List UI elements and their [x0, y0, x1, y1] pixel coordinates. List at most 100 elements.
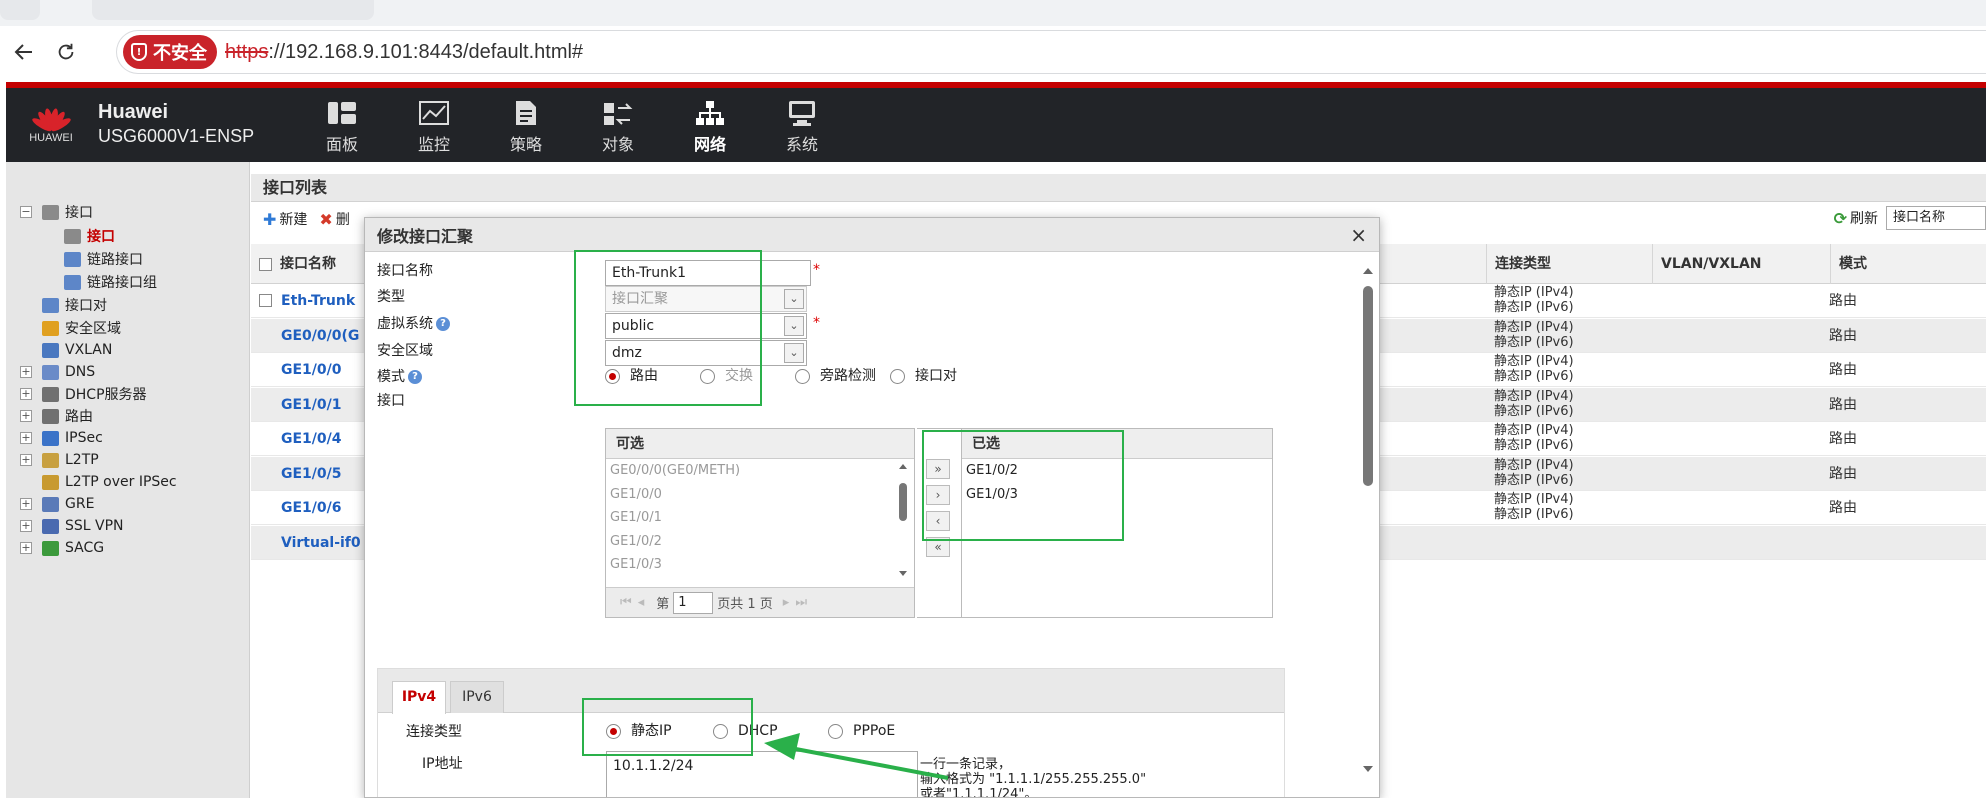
tree-expander-icon[interactable]: +: [20, 366, 32, 378]
network-icon: [696, 101, 724, 125]
tree-expander-icon[interactable]: +: [20, 410, 32, 422]
pager-first-prev-icon[interactable]: ⏮◂: [620, 595, 650, 610]
interface-name-link[interactable]: GE1/0/1: [281, 388, 342, 422]
interface-name-link[interactable]: Virtual-if0: [281, 526, 361, 560]
reload-button[interactable]: [46, 34, 86, 70]
browser-tab[interactable]: [0, 0, 40, 20]
omnibox[interactable]: ! 不安全 https://192.168.9.101:8443/default…: [116, 30, 1986, 74]
interface-pair-icon: [42, 297, 59, 313]
topnav-item-4[interactable]: 网络: [664, 94, 756, 160]
tree-expander-icon[interactable]: +: [20, 388, 32, 400]
interface-name-link[interactable]: GE0/0/0(G: [281, 319, 359, 353]
tree-expander-icon[interactable]: +: [20, 454, 32, 466]
move-left-icon[interactable]: ‹: [926, 511, 950, 531]
help-icon[interactable]: ?: [408, 370, 422, 384]
back-button[interactable]: [4, 34, 44, 70]
dhcp-icon: [42, 386, 59, 402]
radio-icon: [605, 368, 620, 384]
tree-expander-icon[interactable]: +: [20, 542, 32, 554]
row-checkbox[interactable]: [259, 294, 272, 307]
vsys-label: 虚拟系统?: [377, 313, 450, 335]
tree-expander-icon[interactable]: −: [20, 206, 32, 218]
conn-type-radio-1[interactable]: DHCP: [713, 721, 778, 741]
available-item[interactable]: GE1/0/1: [606, 506, 914, 530]
refresh-button[interactable]: ⟳ 刷新: [1834, 208, 1878, 228]
interface-name-input[interactable]: Eth-Trunk1: [605, 260, 811, 286]
not-secure-chip[interactable]: ! 不安全: [123, 35, 217, 69]
topnav-item-1[interactable]: 监控: [388, 94, 480, 160]
sidebar-item-label: SACG: [65, 540, 105, 556]
mode-radio-0[interactable]: 路由: [605, 366, 658, 386]
move-right-icon[interactable]: ›: [926, 485, 950, 505]
mode-radio-2[interactable]: 旁路检测: [795, 366, 876, 386]
tab-ipv6[interactable]: IPv6: [450, 681, 504, 713]
l2tp-icon: [42, 452, 59, 468]
tree-expander-icon[interactable]: +: [20, 498, 32, 510]
tab-ipv4[interactable]: IPv4: [392, 681, 446, 714]
topnav-label: 监控: [417, 135, 450, 154]
radio-label: 接口对: [915, 368, 957, 384]
available-item[interactable]: GE1/0/2: [606, 530, 914, 554]
tree-expander-icon[interactable]: +: [20, 520, 32, 532]
pager-next-last-icon[interactable]: ▸⏭: [783, 595, 813, 610]
select-all-checkbox[interactable]: [259, 257, 272, 271]
sidebar-item-0[interactable]: − 接口: [20, 199, 93, 225]
security-zone-select[interactable]: dmz ⌄: [605, 340, 807, 366]
ip-address-textarea[interactable]: 10.1.1.2/24: [606, 751, 918, 797]
mode-cell: 路由: [1829, 293, 1857, 309]
conn-type-radio-0[interactable]: 静态IP: [606, 721, 672, 741]
conn-type-radio-2[interactable]: PPPoE: [828, 721, 895, 741]
route-icon: [42, 408, 59, 424]
available-item[interactable]: GE1/0/3: [606, 553, 914, 577]
selected-item[interactable]: GE1/0/2: [962, 459, 1272, 483]
available-item[interactable]: GE1/0/0: [606, 483, 914, 507]
sidebar-item-label: 接口: [87, 229, 115, 245]
sidebar-item-label: GRE: [65, 496, 95, 512]
dns-icon: [42, 364, 59, 380]
mode-cell: 路由: [1829, 396, 1857, 413]
tree-expander-icon[interactable]: +: [20, 432, 32, 444]
column-header-vlan[interactable]: VLAN/VXLAN: [1652, 244, 1830, 284]
interface-name-link[interactable]: GE1/0/5: [281, 457, 342, 491]
connection-type-cell: 静态IP (IPv4) 静态IP (IPv6): [1494, 388, 1574, 419]
url-scheme: https: [225, 40, 269, 63]
interface-name-link[interactable]: GE1/0/6: [281, 491, 342, 525]
interface-name-link[interactable]: Eth-Trunk: [281, 284, 355, 318]
column-header-mode[interactable]: 模式: [1830, 244, 1960, 284]
sidebar-item-label: SSL VPN: [65, 518, 124, 534]
sidebar-item-15[interactable]: + SACG: [20, 535, 104, 561]
topnav-item-3[interactable]: 对象: [572, 94, 664, 160]
move-all-left-icon[interactable]: «: [926, 537, 950, 557]
edit-aggregation-dialog: 修改接口汇聚 × 接口名称 Eth-Trunk1 * 类型 接口汇聚 ⌄ 虚拟系统…: [364, 217, 1380, 798]
dialog-scrollbar[interactable]: [1361, 262, 1375, 782]
topnav-item-0[interactable]: 面板: [296, 94, 388, 160]
available-item[interactable]: GE0/0/0(GE0/METH): [606, 459, 914, 483]
move-all-right-icon[interactable]: »: [926, 459, 950, 479]
mode-cell: 路由: [1829, 327, 1857, 344]
mode-radio-1[interactable]: 交换: [700, 366, 753, 386]
search-field-select[interactable]: 接口名称: [1886, 206, 1986, 230]
url-text[interactable]: https://192.168.9.101:8443/default.html#: [225, 41, 583, 64]
available-scrollbar[interactable]: [896, 461, 910, 581]
browser-tab[interactable]: [92, 0, 374, 20]
delete-x-icon: ✖: [319, 209, 333, 229]
delete-button[interactable]: ✖ 删: [319, 209, 349, 229]
mode-radio-3[interactable]: 接口对: [890, 366, 957, 386]
new-button[interactable]: ✚ 新建: [263, 209, 307, 229]
interface-name-link[interactable]: GE1/0/0: [281, 353, 342, 387]
topnav-item-2[interactable]: 策略: [480, 94, 572, 160]
column-header-conn-type[interactable]: 连接类型: [1486, 244, 1642, 284]
sidebar-item-label: 安全区域: [65, 321, 121, 337]
topnav-label: 面板: [325, 135, 358, 154]
page-number-input[interactable]: 1: [673, 591, 714, 614]
interface-name-link[interactable]: GE1/0/4: [281, 422, 342, 456]
available-list: GE0/0/0(GE0/METH) GE1/0/0 GE1/0/1 GE1/0/2 GE…: [606, 459, 914, 577]
system-icon: [789, 101, 815, 126]
interface-icon: [64, 228, 81, 244]
topnav-item-5[interactable]: 系统: [756, 94, 848, 160]
help-icon[interactable]: ?: [436, 317, 450, 331]
vsys-select[interactable]: public ⌄: [605, 313, 807, 339]
selected-item[interactable]: GE1/0/3: [962, 483, 1272, 507]
dialog-body: 接口名称 Eth-Trunk1 * 类型 接口汇聚 ⌄ 虚拟系统? public ⌄…: [365, 252, 1379, 797]
close-icon[interactable]: ×: [1350, 225, 1367, 245]
